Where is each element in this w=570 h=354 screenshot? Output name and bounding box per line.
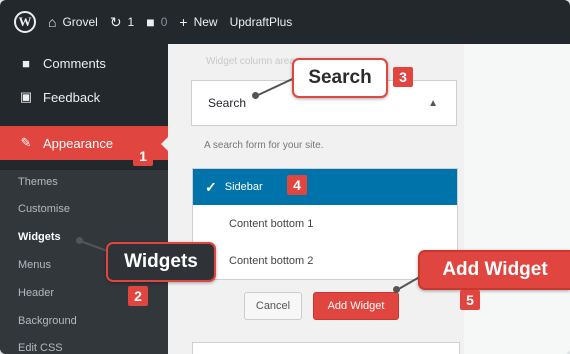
widget-description: A search form for your site. bbox=[204, 140, 324, 151]
updraftplus-link[interactable]: UpdraftPlus bbox=[230, 15, 293, 29]
feedback-icon: ▣ bbox=[19, 89, 33, 104]
submenu-item-customise[interactable]: Customise bbox=[18, 203, 70, 215]
widget-area-label: Content bottom 2 bbox=[229, 255, 314, 267]
screenshot-frame: W ⌂ Grovel ↻ 1 ■ 0 + New UpdraftPlus ■ C… bbox=[0, 0, 570, 354]
sidebar-item-comments[interactable]: ■ Comments bbox=[0, 50, 168, 76]
paintbrush-icon: ✎ bbox=[20, 135, 32, 150]
new-label: New bbox=[193, 15, 218, 29]
add-widget-pointer-dot bbox=[393, 286, 400, 293]
comment-icon: ■ bbox=[146, 14, 155, 30]
new-content-link[interactable]: + New bbox=[179, 14, 217, 30]
site-name: Grovel bbox=[62, 15, 98, 29]
submenu-item-widgets[interactable]: Widgets bbox=[18, 231, 61, 243]
admin-bar: W ⌂ Grovel ↻ 1 ■ 0 + New UpdraftPlus bbox=[0, 0, 570, 44]
submenu-item-edit-css[interactable]: Edit CSS bbox=[18, 342, 63, 354]
step-badge-5: 5 bbox=[460, 290, 480, 310]
updraftplus-label: UpdraftPlus bbox=[229, 15, 293, 29]
step-badge-2: 2 bbox=[128, 286, 148, 306]
faded-header: Widget column area bbox=[206, 56, 295, 67]
widget-area-label: Sidebar bbox=[224, 181, 263, 193]
widgets-pointer-dot bbox=[76, 237, 83, 244]
add-widget-button[interactable]: Add Widget bbox=[313, 292, 399, 320]
site-name-link[interactable]: ⌂ Grovel bbox=[48, 14, 98, 30]
sidebar-item-label: Feedback bbox=[43, 89, 101, 105]
widget-area-sidebar[interactable]: ✓ Sidebar bbox=[193, 169, 457, 205]
widgets-callout: Widgets bbox=[106, 242, 216, 282]
step-badge-4: 4 bbox=[287, 175, 307, 195]
step-badge-1: 1 bbox=[133, 146, 153, 166]
comments-link[interactable]: ■ 0 bbox=[146, 14, 167, 30]
submenu-item-menus[interactable]: Menus bbox=[18, 259, 51, 271]
sidebar-item-label: Comments bbox=[43, 55, 106, 71]
widget-area-label: Content bottom 1 bbox=[229, 218, 314, 230]
sidebar-item-label: Appearance bbox=[43, 135, 114, 151]
search-callout: Search bbox=[292, 58, 388, 98]
cancel-button[interactable]: Cancel bbox=[244, 292, 302, 320]
submenu-item-themes[interactable]: Themes bbox=[18, 176, 58, 188]
submenu-item-header[interactable]: Header bbox=[18, 287, 54, 299]
updates-link[interactable]: ↻ 1 bbox=[110, 14, 134, 31]
submenu-item-background[interactable]: Background bbox=[18, 315, 77, 327]
widget-area-content-bottom-1[interactable]: Content bottom 1 bbox=[193, 206, 457, 242]
sidebar-item-feedback[interactable]: ▣ Feedback bbox=[0, 84, 168, 110]
collapse-arrow-icon[interactable]: ▲ bbox=[428, 98, 438, 109]
add-widget-callout: Add Widget bbox=[418, 250, 570, 290]
comments-count: 0 bbox=[160, 15, 168, 29]
comment-icon: ■ bbox=[22, 55, 30, 71]
search-pointer-dot bbox=[252, 92, 259, 99]
refresh-icon: ↻ bbox=[109, 13, 122, 30]
step-badge-3: 3 bbox=[393, 67, 413, 87]
home-icon: ⌂ bbox=[48, 14, 57, 30]
plus-icon: + bbox=[179, 14, 188, 30]
admin-sidebar: ■ Comments ▣ Feedback ✎ Appearance Theme… bbox=[0, 44, 169, 354]
checkmark-icon: ✓ bbox=[205, 178, 217, 195]
widget-title: Search bbox=[208, 96, 247, 110]
updates-count: 1 bbox=[127, 15, 135, 29]
wordpress-logo-icon[interactable]: W bbox=[14, 11, 36, 33]
next-widget-row[interactable] bbox=[192, 342, 460, 354]
